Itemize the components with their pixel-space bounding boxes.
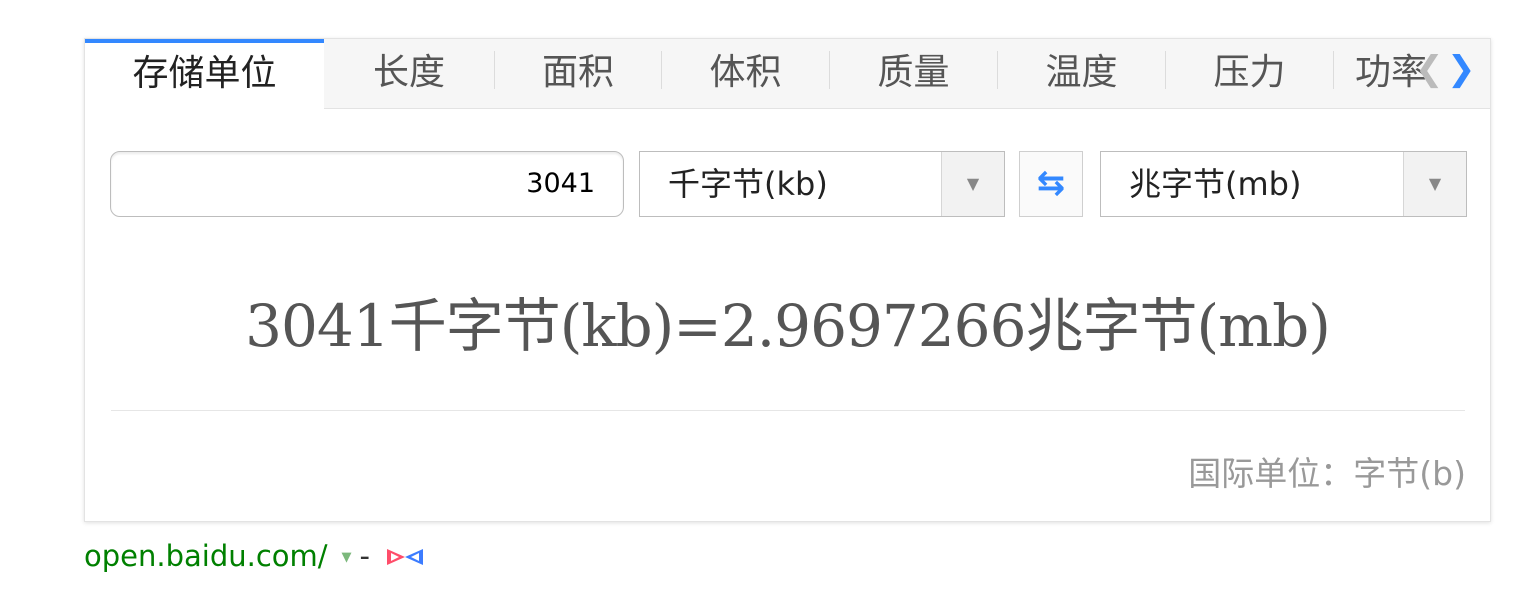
swap-arrows-icon: ⇆ bbox=[1036, 163, 1066, 203]
swap-units-button[interactable]: ⇆ bbox=[1019, 151, 1083, 217]
from-unit-label: 千字节(kb) bbox=[668, 165, 828, 203]
footer-separator: - bbox=[359, 539, 371, 573]
value-input[interactable]: 3041 bbox=[110, 151, 624, 217]
to-unit-label: 兆字节(mb) bbox=[1129, 165, 1302, 203]
tab-mass[interactable]: 质量 bbox=[830, 39, 997, 109]
tab-bar: 存储单位 长度 面积 体积 质量 温度 压力 功率 ❮ ❯ bbox=[85, 39, 1490, 110]
tab-pressure[interactable]: 压力 bbox=[1166, 39, 1333, 109]
divider bbox=[111, 410, 1465, 411]
conversion-result: 3041千字节(kb)=2.9697266兆字节(mb) bbox=[245, 292, 1331, 360]
unit-converter-card: 存储单位 长度 面积 体积 质量 温度 压力 功率 ❮ ❯ 3041 千字节(k… bbox=[84, 38, 1491, 522]
tab-area[interactable]: 面积 bbox=[495, 39, 661, 109]
from-unit-select[interactable]: 千字节(kb) ▼ bbox=[639, 151, 1005, 217]
bowtie-icon[interactable] bbox=[385, 538, 425, 578]
chevron-left-icon[interactable]: ❮ bbox=[1415, 49, 1444, 89]
result-footer: open.baidu.com/ ▼ - bbox=[84, 536, 425, 576]
tab-volume[interactable]: 体积 bbox=[662, 39, 829, 109]
tab-temperature[interactable]: 温度 bbox=[998, 39, 1165, 109]
tab-storage[interactable]: 存储单位 bbox=[85, 39, 324, 110]
si-unit-note: 国际单位：字节(b) bbox=[1188, 454, 1466, 493]
source-url[interactable]: open.baidu.com/ bbox=[84, 539, 328, 573]
caret-down-icon: ▼ bbox=[941, 152, 1004, 216]
tab-length[interactable]: 长度 bbox=[324, 39, 494, 109]
tab-overflow-clip: 功率 bbox=[1335, 39, 1425, 109]
chevron-right-icon[interactable]: ❯ bbox=[1447, 49, 1476, 89]
caret-down-icon: ▼ bbox=[1403, 152, 1466, 216]
tab-divider bbox=[1333, 51, 1334, 89]
to-unit-select[interactable]: 兆字节(mb) ▼ bbox=[1100, 151, 1467, 217]
caret-down-icon[interactable]: ▼ bbox=[342, 538, 352, 578]
